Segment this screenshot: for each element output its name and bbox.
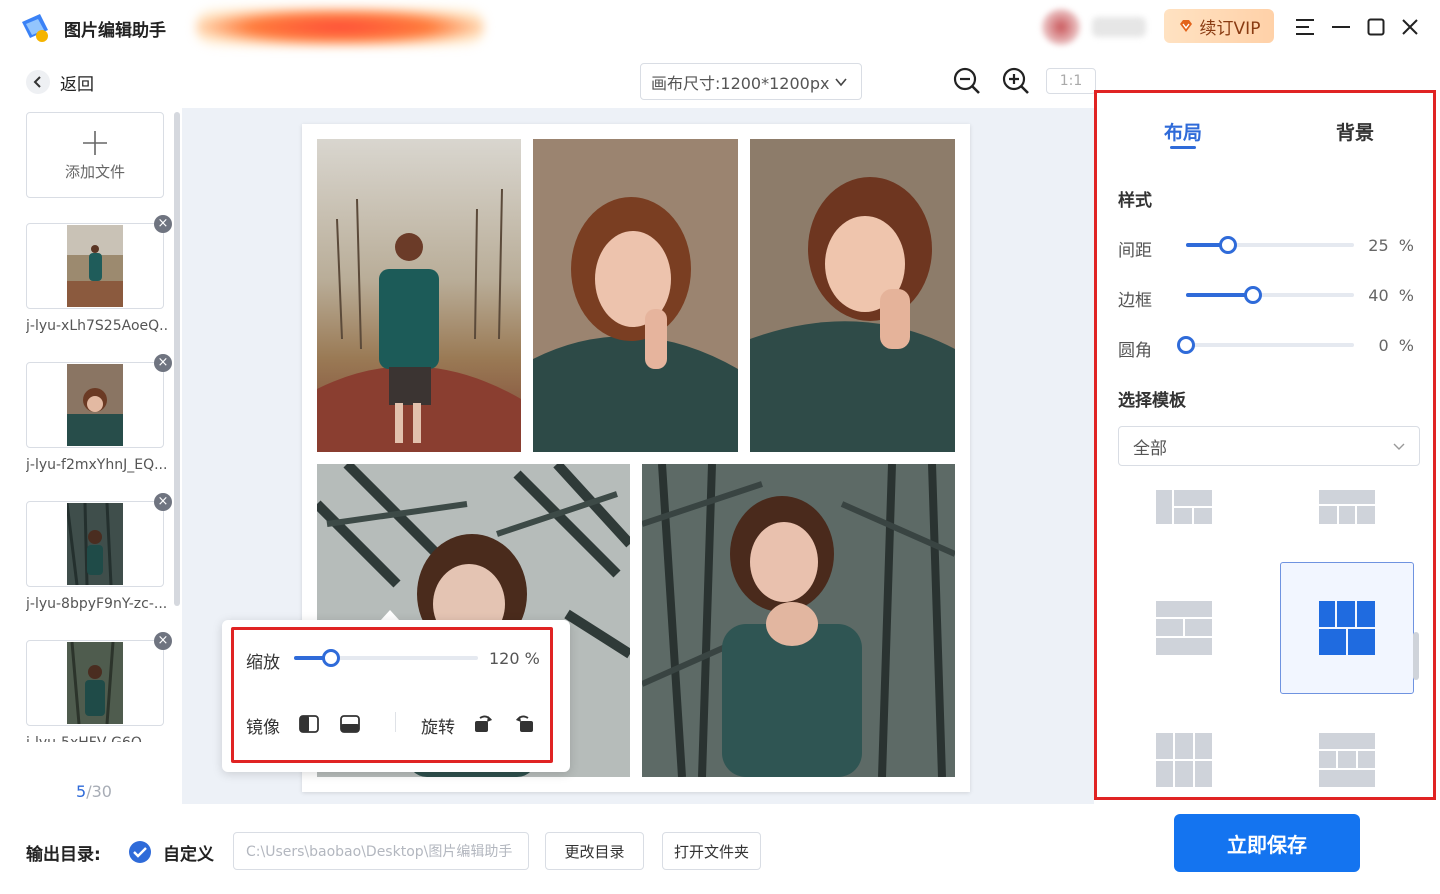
check-icon [133, 847, 147, 858]
file-counter-total: /30 [86, 782, 112, 801]
canvas-size-value: 画布尺寸:1200*1200px [651, 73, 830, 93]
menu-button[interactable] [1290, 12, 1320, 42]
file-item[interactable] [26, 640, 164, 726]
file-name: j-lyu-xLh7S25AoeQ... [26, 318, 168, 334]
file-name: j-lyu-5xHFV-G6O... [26, 735, 168, 742]
file-name: j-lyu-f2mxYhnJ_EQ... [26, 457, 168, 473]
file-thumbnail [67, 503, 123, 585]
zoom-in-icon[interactable] [1001, 66, 1031, 96]
file-counter-current: 5 [76, 782, 87, 801]
close-icon [1402, 19, 1418, 35]
collage-photo[interactable] [317, 139, 521, 452]
file-counter: 5/30 [76, 782, 112, 801]
change-dir-button[interactable]: 更改目录 [545, 832, 644, 870]
plus-icon [83, 130, 107, 155]
maximize-button[interactable] [1361, 12, 1391, 42]
delete-file-icon[interactable]: × [154, 354, 172, 372]
open-folder-button[interactable]: 打开文件夹 [662, 832, 761, 870]
close-button[interactable] [1395, 12, 1425, 42]
file-list-scrollbar[interactable] [174, 112, 180, 606]
minimize-icon [1332, 26, 1350, 28]
blurred-banner [196, 8, 484, 46]
user-avatar[interactable] [1042, 9, 1080, 45]
output-dir-label: 输出目录: [26, 845, 101, 865]
ratio-1-1-button[interactable]: 1:1 [1046, 68, 1096, 94]
maximize-icon [1367, 18, 1385, 36]
add-file-label: 添加文件 [64, 162, 125, 181]
canvas-size-select[interactable]: 画布尺寸:1200*1200px [640, 63, 862, 100]
file-item[interactable] [26, 223, 164, 309]
save-now-button[interactable]: 立即保存 [1174, 814, 1360, 872]
collage-photo[interactable] [533, 139, 738, 452]
diamond-icon [1179, 20, 1192, 32]
delete-file-icon[interactable]: × [154, 632, 172, 650]
file-name: j-lyu-8bpyF9nY-zc-... [26, 596, 168, 612]
collage-photo[interactable] [750, 139, 955, 452]
file-thumbnail [67, 225, 123, 307]
zoom-out-icon[interactable] [952, 66, 982, 96]
delete-file-icon[interactable]: × [154, 493, 172, 511]
app-logo-icon [22, 14, 48, 42]
user-name-blurred [1092, 17, 1146, 37]
add-file-button[interactable]: 添加文件 [26, 112, 164, 198]
custom-dir-radio[interactable] [129, 841, 151, 863]
custom-dir-label[interactable]: 自定义 [163, 840, 214, 865]
chevron-down-icon [835, 78, 847, 87]
minimize-button[interactable] [1326, 12, 1356, 42]
app-title: 图片编辑助手 [64, 21, 166, 41]
popup-highlight-frame [231, 627, 553, 763]
menu-icon [1296, 19, 1314, 35]
delete-file-icon[interactable]: × [154, 215, 172, 233]
back-label: 返回 [60, 74, 94, 95]
file-thumbnail [67, 642, 123, 724]
renew-vip-button[interactable]: 续订VIP [1164, 9, 1274, 43]
collage-photo[interactable] [642, 464, 955, 777]
file-thumbnail [67, 364, 123, 446]
back-arrow-icon [26, 70, 50, 94]
panel-highlight-frame [1094, 90, 1436, 800]
file-item[interactable] [26, 362, 164, 448]
output-path-field[interactable]: C:\Users\baobao\Desktop\图片编辑助手 [233, 832, 529, 870]
vip-label: 续订VIP [1199, 18, 1261, 39]
file-item[interactable] [26, 501, 164, 587]
back-button[interactable]: 返回 [26, 68, 94, 96]
